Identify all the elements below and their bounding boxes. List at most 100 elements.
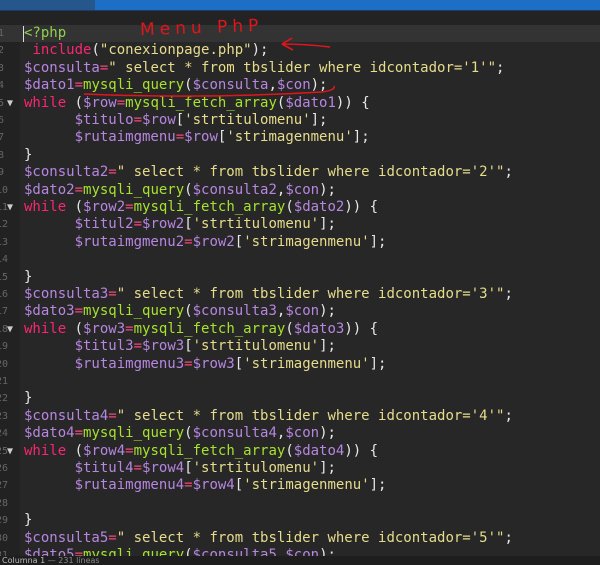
code-line[interactable]: 29}: [0, 512, 600, 529]
code-line[interactable]: 14: [0, 251, 600, 268]
code-line[interactable]: 3 $consulta=" select * from tbslider wher…: [0, 60, 600, 77]
token-var: $row2: [192, 233, 235, 250]
fold-arrow-icon[interactable]: ▼: [7, 95, 13, 112]
token-kw: while: [24, 442, 67, 459]
code-line[interactable]: 27 $rutaimgmenu4=$row4['strimagenmenu'];: [0, 477, 600, 494]
code-line[interactable]: 13 $rutaimgmenu2=$row2['strimagenmenu'];: [0, 234, 600, 251]
window-title-bar: [0, 0, 600, 10]
line-number: 29: [0, 515, 9, 527]
token-var: $con: [285, 181, 320, 198]
code-line[interactable]: 20 $rutaimgmenu3=$row3['strimagenmenu'];: [0, 356, 600, 373]
tab-strip: [0, 10, 600, 25]
token-op: =: [108, 164, 117, 181]
token-fn: mysqli_query: [83, 303, 185, 320]
line-number: 10: [0, 184, 9, 196]
line-number: 27: [0, 480, 9, 492]
code-line[interactable]: 15}: [0, 269, 600, 286]
token-pun: )) {: [344, 442, 379, 459]
line-number: 5: [0, 97, 4, 109]
code-line[interactable]: 17$dato3=mysqli_query($consulta3,$con);: [0, 303, 600, 320]
token-op: =: [184, 477, 193, 494]
code-line[interactable]: 21: [0, 373, 600, 390]
token-var: $rutaimgmenu2: [74, 233, 185, 250]
code-line[interactable]: 8}: [0, 147, 600, 164]
code-line[interactable]: 22}: [0, 390, 600, 407]
code-line[interactable]: 11▼while ($row2=mysqli_fetch_array($dato…: [0, 199, 600, 216]
token-var: $titul2: [74, 216, 134, 233]
token-var: $consulta2: [192, 181, 277, 198]
token-str: " select * from tbslider where idcontado…: [108, 59, 497, 76]
code-line[interactable]: 31$dato5=mysqli_query($consulta5,$con);: [0, 547, 600, 556]
code-line[interactable]: 25▼while ($row4=mysqli_fetch_array($dato…: [0, 443, 600, 460]
token-op: =: [125, 199, 134, 215]
line-number: 31: [0, 550, 9, 556]
code-line[interactable]: 5 ▼ while ($row=mysqli_fetch_array($dato1)…: [0, 95, 600, 112]
token-kw: while: [24, 199, 67, 215]
line-number: 21: [0, 376, 9, 387]
token-pun: [: [234, 355, 244, 372]
token-pun: )) {: [335, 94, 370, 111]
line-number: 30: [0, 532, 9, 544]
token-var: $titulo: [74, 112, 134, 128]
line-number: 4: [0, 80, 4, 92]
code-line[interactable]: 2 include("conexionpage.php");: [0, 42, 600, 59]
code-editor[interactable]: 1 <?php 2 include("conexionpage.php"); 3 $co…: [0, 24, 600, 556]
token-fn: mysqli_query: [83, 181, 185, 198]
token-var: $consulta3: [192, 303, 277, 320]
token-str: " select * from tbslider where idcontado…: [116, 407, 505, 424]
token-pun: );: [251, 42, 269, 59]
code-line[interactable]: 10$dato2=mysqli_query($consulta2,$con);: [0, 182, 600, 199]
token-op: =: [74, 547, 84, 556]
token-var: $row: [142, 112, 176, 128]
token-var: $dato3: [293, 320, 345, 337]
code-text: $titulo=$row['strtitulomenu'];: [24, 112, 328, 129]
token-str: " select * from tbslider where idcontado…: [116, 286, 505, 302]
token-pun: );: [319, 303, 336, 320]
token-pun: ];: [310, 112, 328, 128]
token-pun: ;: [504, 164, 513, 181]
code-line[interactable]: 19 $titul3=$row3['strtitulomenu'];: [0, 338, 600, 355]
token-var: $rutaimgmenu: [74, 129, 176, 146]
token-var: $row: [83, 94, 117, 111]
code-text: $titul3=$row3['strtitulomenu'];: [24, 338, 336, 355]
token-var: $consulta5: [192, 547, 277, 556]
token-pun: ];: [369, 477, 387, 494]
code-line[interactable]: 9 $consulta2=" select * from tbslider whe…: [0, 164, 600, 181]
code-line[interactable]: 1 <?php: [0, 25, 600, 43]
fold-arrow-icon[interactable]: ▼: [7, 321, 13, 338]
line-number: 11: [0, 202, 9, 213]
code-text: $consulta5=" select * from tbslider wher…: [24, 530, 513, 547]
token-pun: }: [24, 268, 33, 285]
code-line[interactable]: 12 $titul2=$row2['strtitulomenu'];: [0, 216, 600, 233]
code-line[interactable]: 30 $consulta5=" select * from tbslider wh…: [0, 530, 600, 547]
code-line[interactable]: 24$dato4=mysqli_query($consulta4,$con);: [0, 425, 600, 442]
token-pun: (: [66, 199, 84, 215]
token-fn: mysqli_query: [83, 77, 185, 94]
code-line[interactable]: 7 $rutaimgmenu=$row['strimagenmenu'];: [0, 129, 600, 146]
cursor-position: Columna 1: [2, 556, 46, 565]
line-number: 24: [0, 428, 9, 440]
code-line[interactable]: 16 $consulta3=" select * from tbslider wh…: [0, 286, 600, 303]
line-number: 7: [0, 132, 4, 144]
fold-arrow-icon[interactable]: ▼: [7, 443, 13, 460]
token-var: $dato4: [24, 425, 75, 442]
code-line[interactable]: 26 $titul4=$row4['strtitulomenu'];: [0, 460, 600, 477]
token-var: $con: [276, 77, 311, 94]
code-line[interactable]: 23 $consulta4=" select * from tbslider wh…: [0, 408, 600, 425]
code-line[interactable]: 28: [0, 495, 600, 512]
line-number: 25: [0, 445, 9, 457]
code-text: }: [24, 269, 32, 286]
token-pun: ];: [369, 355, 387, 372]
token-op: =: [108, 407, 117, 424]
token-pun: );: [319, 547, 336, 556]
code-line[interactable]: 4 $dato1=mysqli_query($consulta,$con);: [0, 77, 600, 94]
code-line[interactable]: 6 $titulo=$row['strtitulomenu'];: [0, 112, 600, 129]
token-pun: }: [24, 146, 33, 163]
token-pun: ;: [504, 407, 513, 424]
token-str: 'strimagenmenu': [243, 233, 370, 250]
code-line[interactable]: 18▼while ($row3=mysqli_fetch_array($dato…: [0, 321, 600, 338]
fold-arrow-icon[interactable]: ▼: [7, 199, 13, 216]
token-fn: mysqli_fetch_array: [133, 199, 286, 215]
